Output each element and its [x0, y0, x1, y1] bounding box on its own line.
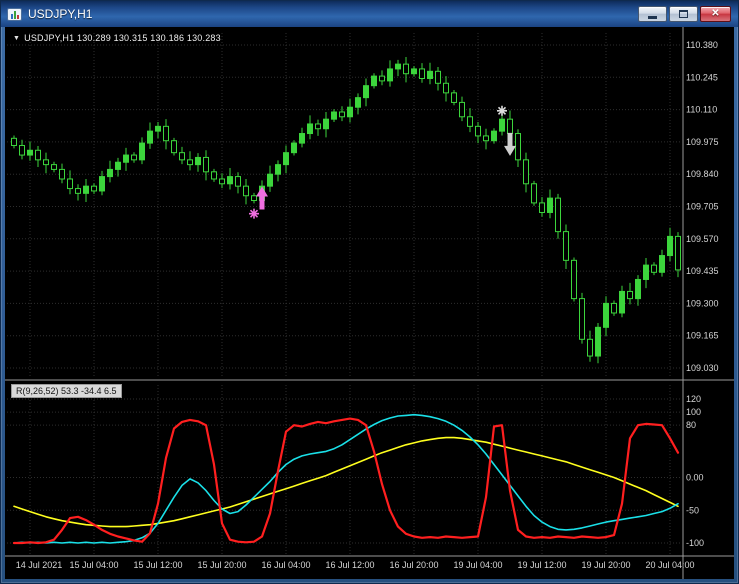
- svg-text:15 Jul 20:00: 15 Jul 20:00: [197, 560, 246, 570]
- chart-ohlc-header: ▼ USDJPY,H1 130.289 130.315 130.186 130.…: [13, 33, 221, 43]
- close-icon: ✕: [711, 8, 720, 19]
- svg-text:109.840: 109.840: [686, 169, 719, 179]
- ohlc-text: USDJPY,H1 130.289 130.315 130.186 130.28…: [24, 33, 221, 43]
- svg-text:14 Jul 2021: 14 Jul 2021: [16, 560, 63, 570]
- chart-canvas[interactable]: 110.380 110.245 110.110 109.975 109.840 109.7…: [5, 27, 734, 579]
- close-button[interactable]: ✕: [700, 6, 731, 22]
- app-icon[interactable]: [7, 7, 22, 21]
- svg-text:110.380: 110.380: [686, 40, 718, 50]
- svg-text:16 Jul 20:00: 16 Jul 20:00: [389, 560, 438, 570]
- svg-text:-100: -100: [686, 538, 704, 548]
- svg-text:109.705: 109.705: [686, 202, 719, 212]
- svg-text:109.570: 109.570: [686, 234, 719, 244]
- svg-text:16 Jul 04:00: 16 Jul 04:00: [261, 560, 310, 570]
- titlebar[interactable]: USDJPY,H1 ✕: [1, 1, 738, 27]
- svg-text:15 Jul 12:00: 15 Jul 12:00: [133, 560, 182, 570]
- svg-text:16 Jul 12:00: 16 Jul 12:00: [325, 560, 374, 570]
- maximize-button[interactable]: [669, 6, 698, 22]
- svg-text:109.435: 109.435: [686, 266, 719, 276]
- indicator-label: R(9,26,52) 53.3 -34.4 6.5: [11, 384, 122, 398]
- symbol-dropdown-icon[interactable]: ▼: [13, 35, 20, 42]
- svg-text:109.030: 109.030: [686, 363, 719, 373]
- minimize-button[interactable]: [638, 6, 667, 22]
- svg-text:0.00: 0.00: [686, 473, 704, 483]
- svg-text:109.975: 109.975: [686, 137, 719, 147]
- window-controls: ✕: [638, 6, 731, 22]
- chart-window: ▼ USDJPY,H1 130.289 130.315 130.186 130.…: [5, 27, 734, 579]
- svg-text:80: 80: [686, 420, 696, 430]
- app-window: USDJPY,H1 ✕ ▼ USDJPY,H1 130.289 130.315 …: [0, 0, 739, 584]
- svg-text:19 Jul 20:00: 19 Jul 20:00: [581, 560, 630, 570]
- svg-text:110.110: 110.110: [686, 105, 717, 115]
- svg-text:20 Jul 04:00: 20 Jul 04:00: [645, 560, 694, 570]
- svg-text:120: 120: [686, 394, 701, 404]
- svg-text:19 Jul 04:00: 19 Jul 04:00: [453, 560, 502, 570]
- svg-text:110.245: 110.245: [686, 72, 718, 82]
- maximize-icon: [679, 10, 688, 18]
- svg-text:-50: -50: [686, 505, 699, 515]
- window-title: USDJPY,H1: [28, 7, 93, 21]
- svg-text:109.300: 109.300: [686, 298, 719, 308]
- svg-text:15 Jul 04:00: 15 Jul 04:00: [69, 560, 118, 570]
- svg-text:100: 100: [686, 407, 701, 417]
- minimize-icon: [648, 16, 657, 19]
- svg-text:109.165: 109.165: [686, 331, 719, 341]
- svg-text:19 Jul 12:00: 19 Jul 12:00: [517, 560, 566, 570]
